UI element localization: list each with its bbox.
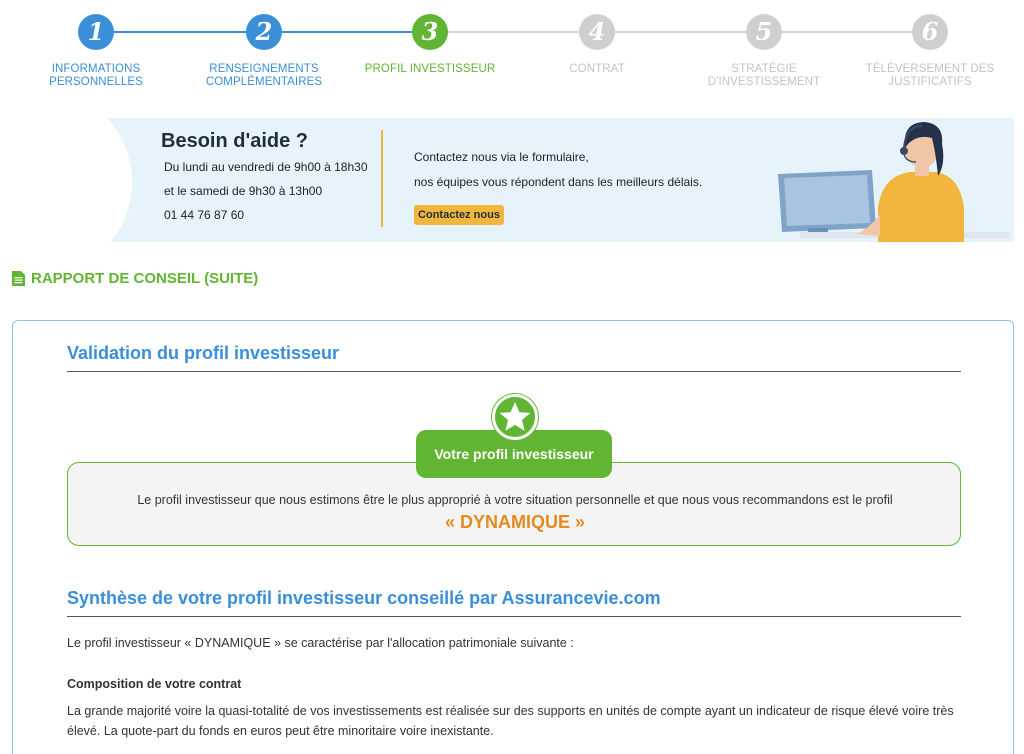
step-number: 6 xyxy=(912,14,948,50)
composition-title: Composition de votre contrat xyxy=(67,677,242,691)
star-icon xyxy=(499,402,531,431)
step-contrat: 4 CONTRAT xyxy=(522,14,672,76)
step-strategie-investissement: 5 STRATÉGIE D'INVESTISSEMENT xyxy=(689,14,839,89)
heading-rule xyxy=(67,371,961,372)
document-icon xyxy=(12,271,25,286)
star-badge xyxy=(492,394,538,440)
support-agent-illustration xyxy=(778,122,1010,242)
progress-stepper: 1 INFORMATIONS PERSONNELLES 2 RENSEIGNEM… xyxy=(0,0,1024,110)
profile-name: « DYNAMIQUE » xyxy=(444,512,586,532)
step-informations-personnelles[interactable]: 1 INFORMATIONS PERSONNELLES xyxy=(21,14,171,89)
step-number: 5 xyxy=(746,14,782,50)
help-contact-line2: nos équipes vous répondent dans les meil… xyxy=(414,175,703,189)
step-number: 1 xyxy=(78,14,114,50)
step-televersement-justificatifs: 6 TÉLÉVERSEMENT DES JUSTIFICATIFS xyxy=(855,14,1005,89)
decorative-shape xyxy=(12,118,132,242)
help-title: Besoin d'aide ? xyxy=(161,130,309,152)
step-label: CONTRAT xyxy=(569,63,625,75)
step-number: 2 xyxy=(246,14,282,50)
step-label: INFORMATIONS PERSONNELLES xyxy=(49,63,143,88)
step-number: 4 xyxy=(579,14,615,50)
step-label: STRATÉGIE D'INVESTISSEMENT xyxy=(707,63,821,88)
help-hours-weekdays: Du lundi au vendredi de 9h00 à 18h30 xyxy=(164,160,368,174)
composition-text: La grande majorité voire la quasi-totali… xyxy=(67,704,954,738)
synthese-intro: Le profil investisseur « DYNAMIQUE » se … xyxy=(67,636,574,650)
step-renseignements-complementaires[interactable]: 2 RENSEIGNEMENTS COMPLÉMENTAIRES xyxy=(189,14,339,89)
profile-description: Le profil investisseur que nous estimons… xyxy=(137,493,893,507)
help-contact-line1: Contactez nous via le formulaire, xyxy=(414,150,589,164)
help-divider xyxy=(381,130,383,227)
step-label: PROFIL INVESTISSEUR xyxy=(364,63,496,75)
step-number: 3 xyxy=(412,14,448,50)
help-phone[interactable]: 01 44 76 87 60 xyxy=(164,208,244,222)
synthese-heading: Synthèse de votre profil investisseur co… xyxy=(67,588,661,608)
help-banner: Besoin d'aide ? Du lundi au vendredi de … xyxy=(12,118,1014,242)
help-hours-saturday: et le samedi de 9h30 à 13h00 xyxy=(164,184,323,198)
validation-heading: Validation du profil investisseur xyxy=(67,343,340,363)
contact-button[interactable]: Contactez nous xyxy=(414,205,504,225)
section-heading: RAPPORT DE CONSEIL (SUITE) xyxy=(12,270,258,287)
heading-rule xyxy=(67,616,961,617)
report-card: Validation du profil investisseur Votre … xyxy=(12,320,1014,754)
step-label: RENSEIGNEMENTS COMPLÉMENTAIRES xyxy=(205,63,323,88)
section-title: RAPPORT DE CONSEIL (SUITE) xyxy=(31,270,259,287)
step-label: TÉLÉVERSEMENT DES JUSTIFICATIFS xyxy=(865,63,995,88)
step-profil-investisseur: 3 PROFIL INVESTISSEUR xyxy=(355,14,505,76)
